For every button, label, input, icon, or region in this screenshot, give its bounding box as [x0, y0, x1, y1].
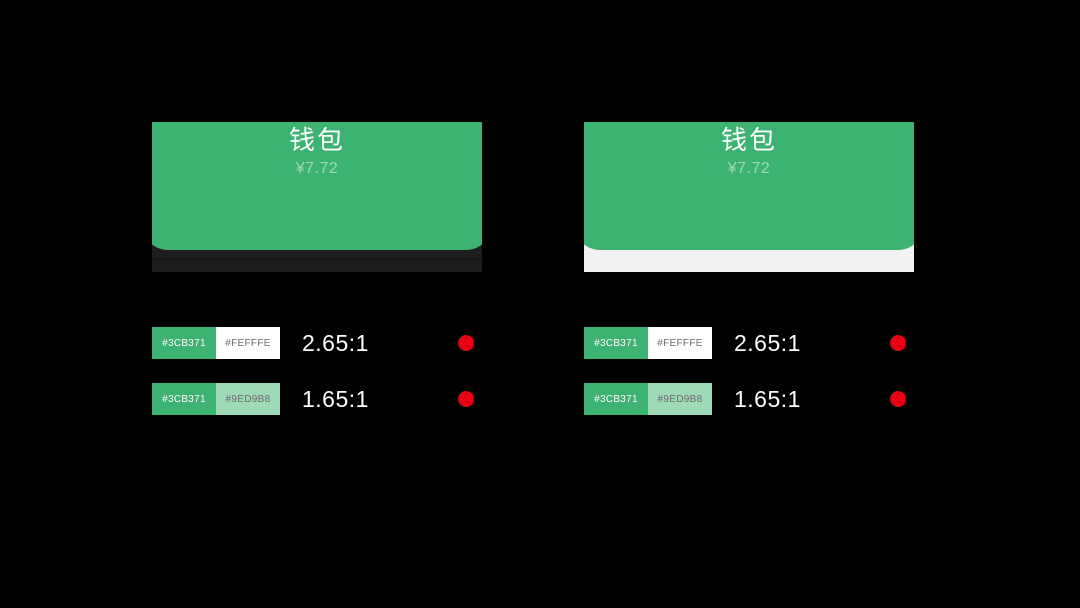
- swatch-1: #3CB371: [584, 327, 648, 359]
- wallet-card: 钱包 ¥7.72: [584, 122, 914, 250]
- phone-preview-light: 钱包 ¥7.72: [584, 122, 914, 272]
- wallet-card: 钱包 ¥7.72: [152, 122, 482, 250]
- panel-light: 钱包 ¥7.72 #3CB371 #FEFFFE 2.65:1 #3CB371 …: [584, 122, 914, 438]
- swatch-2: #9ED9B8: [648, 383, 712, 415]
- swatch-pair: #3CB371 #9ED9B8: [584, 383, 712, 415]
- swatch-1: #3CB371: [584, 383, 648, 415]
- wallet-amount: ¥7.72: [152, 160, 482, 178]
- contrast-ratio: 2.65:1: [734, 330, 816, 357]
- swatch-1: #3CB371: [152, 383, 216, 415]
- contrast-rows-light: #3CB371 #FEFFFE 2.65:1 #3CB371 #9ED9B8 1…: [584, 326, 914, 438]
- contrast-row: #3CB371 #FEFFFE 2.65:1: [584, 326, 914, 360]
- status-dot-fail-icon: [890, 335, 906, 351]
- status-dot-fail-icon: [890, 391, 906, 407]
- contrast-row: #3CB371 #FEFFFE 2.65:1: [152, 326, 482, 360]
- swatch-pair: #3CB371 #9ED9B8: [152, 383, 280, 415]
- wallet-title: 钱包: [152, 122, 482, 158]
- panel-dark: 钱包 ¥7.72 #3CB371 #FEFFFE 2.65:1 #3CB371 …: [152, 122, 482, 438]
- phone-preview-dark: 钱包 ¥7.72: [152, 122, 482, 272]
- swatch-2: #FEFFFE: [648, 327, 712, 359]
- status-dot-fail-icon: [458, 335, 474, 351]
- wallet-title: 钱包: [584, 122, 914, 158]
- contrast-row: #3CB371 #9ED9B8 1.65:1: [584, 382, 914, 416]
- swatch-pair: #3CB371 #FEFFFE: [152, 327, 280, 359]
- status-dot-fail-icon: [458, 391, 474, 407]
- contrast-ratio: 1.65:1: [734, 386, 816, 413]
- contrast-ratio: 2.65:1: [302, 330, 384, 357]
- swatch-2: #9ED9B8: [216, 383, 280, 415]
- swatch-pair: #3CB371 #FEFFFE: [584, 327, 712, 359]
- swatch-2: #FEFFFE: [216, 327, 280, 359]
- wallet-amount: ¥7.72: [584, 160, 914, 178]
- contrast-ratio: 1.65:1: [302, 386, 384, 413]
- swatch-1: #3CB371: [152, 327, 216, 359]
- contrast-row: #3CB371 #9ED9B8 1.65:1: [152, 382, 482, 416]
- contrast-rows-dark: #3CB371 #FEFFFE 2.65:1 #3CB371 #9ED9B8 1…: [152, 326, 482, 438]
